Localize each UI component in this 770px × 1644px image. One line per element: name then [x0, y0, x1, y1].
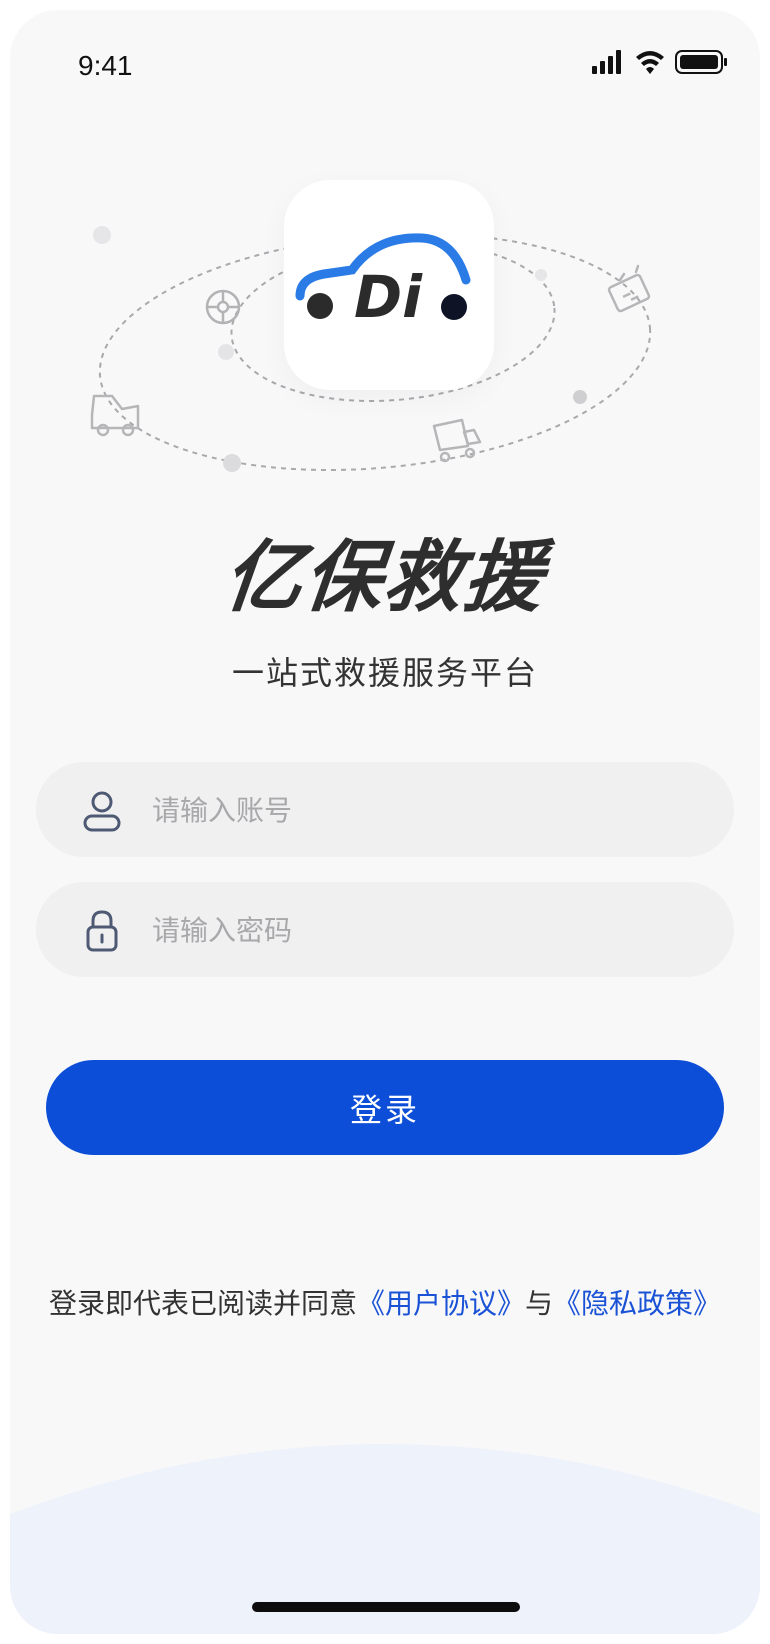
wheel-icon — [205, 289, 241, 325]
brand-subtitle: 一站式救援服务平台 — [231, 654, 538, 692]
app-logo: Di — [284, 180, 494, 390]
login-button[interactable]: 登录 — [46, 1060, 724, 1155]
password-field[interactable] — [36, 882, 734, 979]
account-input[interactable] — [150, 762, 714, 859]
battery-decoration-icon — [607, 264, 651, 313]
brand-title: 亿保救援 — [219, 533, 549, 623]
agreement-text: 登录即代表已阅读并同意《用户协议》与《隐私政策》 — [10, 1282, 760, 1322]
phone-screen: 9:41 Di 亿保救援 一站式救援服务平台 请输入账号 登录 登录即代表已阅读… — [10, 10, 760, 1634]
account-field[interactable] — [36, 762, 734, 859]
agreement-connector: 与 — [525, 1287, 554, 1320]
logo-text: Di — [354, 263, 423, 331]
user-agreement-link[interactable]: 《用户协议》 — [357, 1287, 525, 1320]
privacy-policy-link[interactable]: 《隐私政策》 — [553, 1287, 721, 1320]
password-input[interactable] — [150, 882, 714, 979]
agreement-prefix: 登录即代表已阅读并同意 — [48, 1287, 357, 1320]
delivery-truck-icon — [432, 418, 482, 463]
home-indicator — [252, 1602, 520, 1612]
tow-truck-icon — [90, 394, 140, 437]
user-icon — [83, 791, 121, 832]
lock-icon — [86, 910, 118, 952]
car-wrench-logo-icon: Di — [295, 233, 471, 331]
